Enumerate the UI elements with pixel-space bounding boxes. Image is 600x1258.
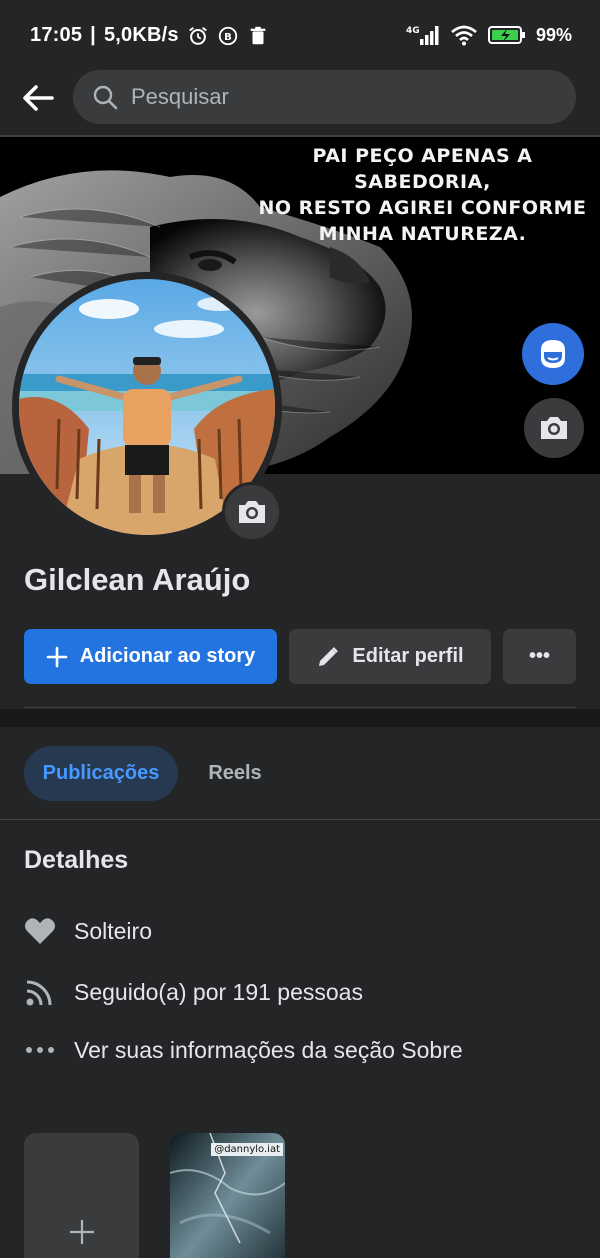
plus-icon bbox=[69, 1220, 94, 1244]
divider bbox=[24, 707, 576, 708]
add-story-button[interactable]: Adicionar ao story bbox=[24, 629, 277, 684]
tab-reels[interactable]: Reels bbox=[190, 746, 280, 801]
battery-level: 99% bbox=[535, 24, 572, 45]
search-input[interactable] bbox=[131, 84, 531, 110]
alarm-icon bbox=[188, 26, 207, 45]
rss-icon bbox=[24, 976, 56, 1008]
detail-followers[interactable]: Seguido(a) por 191 pessoas bbox=[24, 976, 363, 1008]
divider bbox=[0, 819, 600, 820]
trash-icon bbox=[250, 26, 266, 44]
detail-text: Solteiro bbox=[74, 917, 152, 944]
battery-icon bbox=[487, 26, 525, 44]
wifi-icon bbox=[451, 25, 477, 46]
back-button[interactable] bbox=[18, 78, 58, 118]
cover-quote: PAI PEÇO APENAS A SABEDORIA, NO RESTO AG… bbox=[250, 143, 595, 247]
detail-relationship: Solteiro bbox=[24, 915, 152, 947]
avatar-icon bbox=[541, 340, 565, 368]
more-dots-icon: ••• bbox=[528, 645, 550, 667]
add-story-label: Adicionar ao story bbox=[79, 645, 256, 667]
detail-about[interactable]: Ver suas informações da seção Sobre bbox=[24, 1034, 463, 1066]
status-speed: 5,0KB/s bbox=[103, 24, 179, 46]
more-dots-icon bbox=[24, 1034, 56, 1066]
plus-icon bbox=[46, 646, 67, 667]
search-icon bbox=[93, 85, 118, 110]
edit-profile-button[interactable]: Editar perfil bbox=[289, 629, 491, 684]
more-options-button[interactable]: ••• bbox=[503, 629, 576, 684]
camera-icon bbox=[541, 417, 567, 439]
details-title: Detalhes bbox=[24, 846, 129, 874]
svg-text:B: B bbox=[224, 32, 232, 43]
camera-icon bbox=[239, 501, 265, 523]
cover-quote-line: MINHA NATUREZA. bbox=[318, 223, 527, 245]
avatar-button[interactable] bbox=[522, 323, 584, 385]
status-bar: 17:05 | 5,0KB/s B 4G 99% bbox=[0, 0, 600, 70]
network-label: 4G bbox=[406, 26, 420, 36]
status-right: 4G 99% bbox=[406, 24, 572, 46]
edit-cover-button[interactable] bbox=[524, 398, 584, 458]
cover-quote-line: PAI PEÇO APENAS A SABEDORIA, bbox=[312, 145, 533, 193]
featured-photo-card[interactable]: @dannylo.iat bbox=[170, 1133, 285, 1258]
tab-posts[interactable]: Publicações bbox=[24, 746, 178, 801]
b-badge-icon: B bbox=[218, 26, 237, 45]
detail-text: Seguido(a) por 191 pessoas bbox=[74, 978, 363, 1005]
pencil-icon bbox=[319, 646, 339, 666]
edit-profile-label: Editar perfil bbox=[352, 645, 464, 667]
signal-icon: 4G bbox=[406, 26, 439, 45]
top-bar bbox=[0, 70, 600, 136]
profile-name: Gilclean Araújo bbox=[24, 562, 251, 597]
section-band bbox=[0, 709, 600, 727]
edit-profile-picture-button[interactable] bbox=[222, 482, 282, 542]
status-time: 17:05 bbox=[30, 24, 83, 46]
detail-text: Ver suas informações da seção Sobre bbox=[74, 1036, 463, 1063]
cover-quote-line: NO RESTO AGIREI CONFORME bbox=[258, 197, 587, 219]
search-box[interactable] bbox=[73, 70, 576, 124]
arrow-left-icon bbox=[23, 85, 54, 111]
photo-tag: @dannylo.iat bbox=[211, 1143, 283, 1156]
heart-icon bbox=[24, 915, 56, 947]
status-left: 17:05 | 5,0KB/s B bbox=[30, 24, 269, 47]
add-featured-card[interactable] bbox=[24, 1133, 139, 1258]
